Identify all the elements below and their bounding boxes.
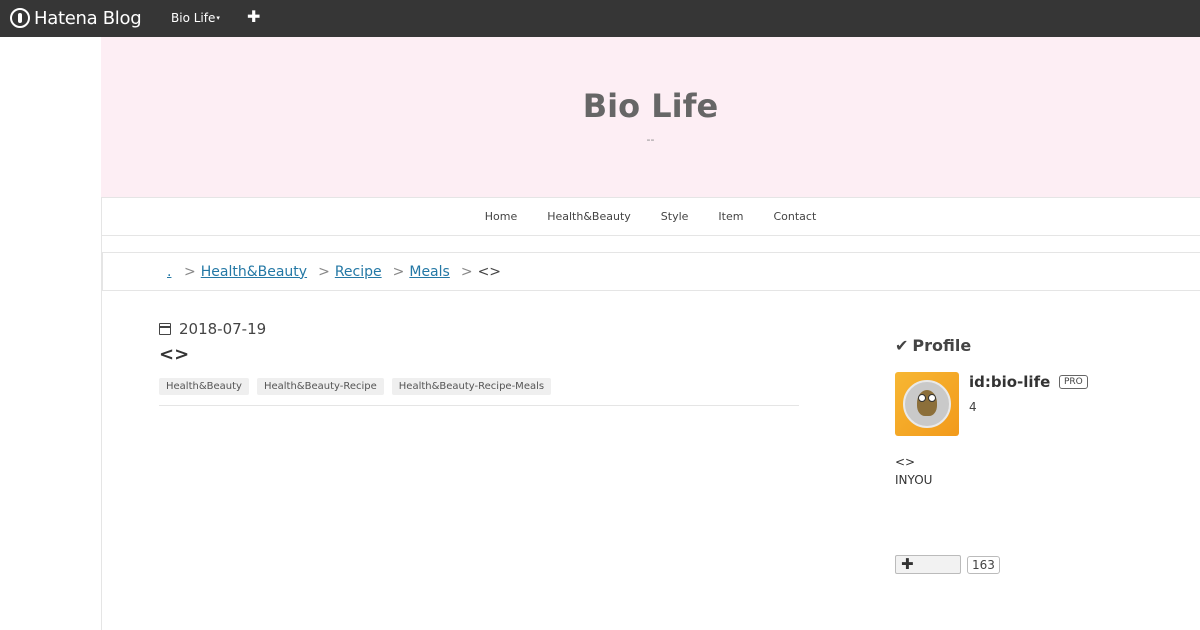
nav-item-health-beauty[interactable]: Health&Beauty bbox=[532, 210, 646, 223]
pro-badge: PRO bbox=[1059, 375, 1088, 389]
entry-categories: Health&Beauty Health&Beauty-Recipe Healt… bbox=[159, 378, 552, 395]
entry-divider bbox=[159, 405, 799, 406]
blog-menu-label: Bio Life bbox=[171, 11, 216, 25]
entry-date-text: 2018-07-19 bbox=[179, 320, 267, 338]
nav-item-style[interactable]: Style bbox=[646, 210, 704, 223]
profile-count: 4 bbox=[969, 400, 977, 414]
breadcrumb-separator: > bbox=[392, 263, 405, 280]
plus-icon: ✚ bbox=[901, 555, 914, 573]
breadcrumb-item-recipe[interactable]: Recipe bbox=[335, 264, 382, 280]
nav-item-home[interactable]: Home bbox=[470, 210, 532, 223]
profile-description-line1: <> bbox=[895, 455, 916, 469]
breadcrumb: . > Health&Beauty > Recipe > Meals > <> bbox=[102, 252, 1200, 291]
reader-subscribe-button[interactable]: ✚ bbox=[895, 555, 961, 574]
profile-heading: ✔ Profile bbox=[895, 336, 971, 355]
avatar-eye-left bbox=[918, 394, 926, 402]
avatar[interactable] bbox=[895, 372, 959, 436]
entry-date[interactable]: 2018-07-19 bbox=[159, 320, 266, 338]
avatar-eye-right bbox=[928, 394, 936, 402]
blog-description: -- bbox=[646, 133, 655, 146]
logo-text: Hatena Blog bbox=[34, 7, 142, 29]
breadcrumb-separator: > bbox=[460, 263, 473, 280]
blog-header: Bio Life -- bbox=[101, 37, 1200, 197]
profile-user-id[interactable]: id:bio-life bbox=[969, 373, 1050, 391]
category-tag-health-beauty-recipe[interactable]: Health&Beauty-Recipe bbox=[256, 378, 384, 395]
subscriber-count[interactable]: 163 bbox=[967, 556, 1000, 574]
breadcrumb-item-meals[interactable]: Meals bbox=[409, 264, 449, 280]
hatena-logo-icon bbox=[10, 8, 30, 28]
nav-item-item[interactable]: Item bbox=[703, 210, 758, 223]
nav-item-contact[interactable]: Contact bbox=[758, 210, 831, 223]
calendar-icon bbox=[159, 323, 171, 335]
check-icon: ✔ bbox=[895, 336, 909, 355]
caret-down-icon: ▾ bbox=[216, 14, 220, 22]
global-navigation: Home Health&Beauty Style Item Contact bbox=[101, 197, 1200, 236]
profile-description-line2: INYOU bbox=[895, 473, 933, 487]
category-tag-health-beauty-recipe-meals[interactable]: Health&Beauty-Recipe-Meals bbox=[391, 378, 552, 395]
hatena-blog-logo[interactable]: Hatena Blog bbox=[10, 6, 142, 30]
blog-menu-dropdown[interactable]: Bio Life▾ bbox=[171, 11, 220, 25]
breadcrumb-separator: > bbox=[318, 263, 330, 280]
new-post-button[interactable]: ✚ bbox=[247, 7, 260, 26]
left-margin bbox=[0, 37, 101, 630]
breadcrumb-separator: > bbox=[184, 263, 196, 280]
blog-title[interactable]: Bio Life bbox=[101, 87, 1200, 125]
breadcrumb-item-health-beauty[interactable]: Health&Beauty bbox=[201, 264, 307, 280]
category-tag-health-beauty[interactable]: Health&Beauty bbox=[159, 378, 249, 395]
breadcrumb-home-link[interactable]: . bbox=[167, 264, 173, 280]
entry-title[interactable]: <> bbox=[159, 344, 189, 365]
global-header: Hatena Blog Bio Life▾ ✚ bbox=[0, 0, 1200, 37]
profile-heading-text: Profile bbox=[912, 336, 972, 355]
breadcrumb-current: <> bbox=[477, 263, 502, 280]
